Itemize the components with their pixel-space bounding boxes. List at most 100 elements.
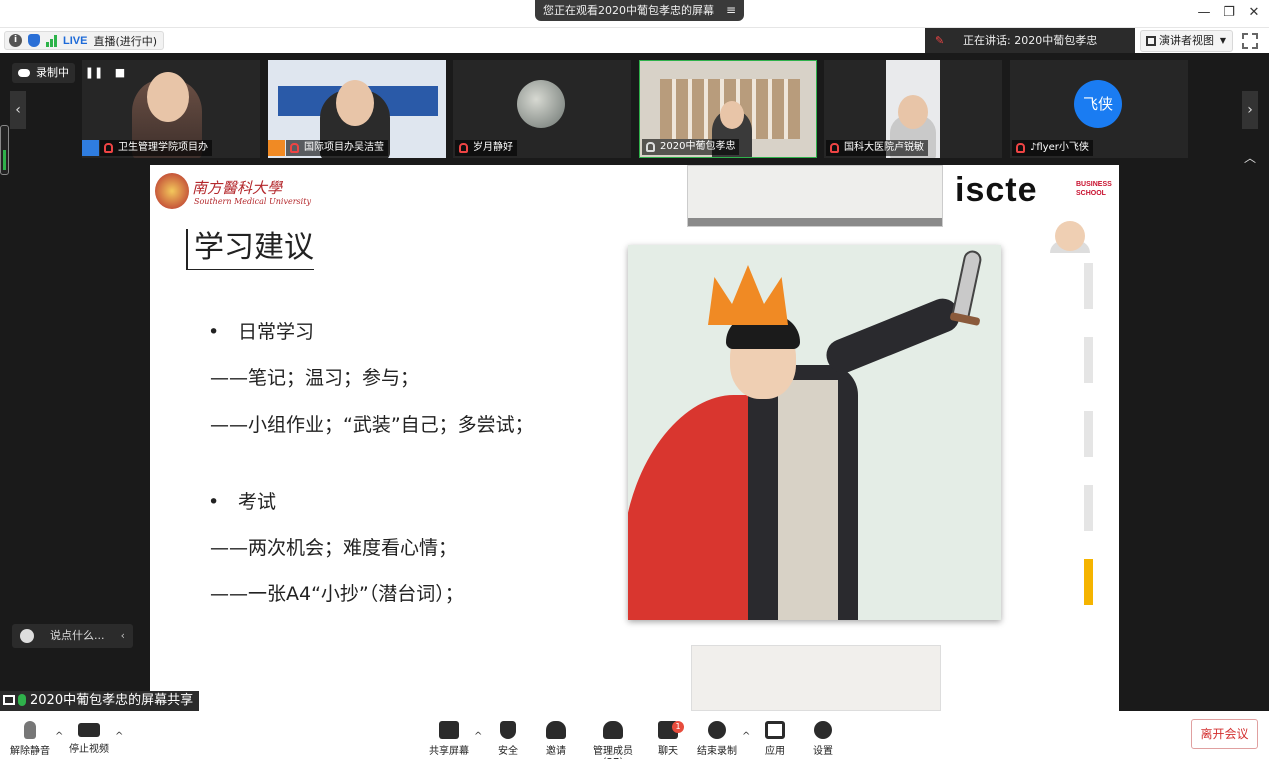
slide-progress-segment	[1084, 485, 1093, 531]
muted-mic-icon	[24, 721, 36, 739]
view-grid-icon	[1146, 36, 1156, 46]
info-icon[interactable]: i	[9, 34, 22, 47]
avatar: 飞侠	[1074, 80, 1122, 128]
participant-name: 国际项目办吴洁莹	[304, 142, 384, 153]
chevron-down-icon: ▼	[1219, 36, 1226, 45]
live-status-text[interactable]: 直播(进行中)	[93, 33, 157, 49]
end-recording-label: 结束录制	[697, 746, 737, 757]
university-name: 南方醫科大學	[192, 179, 283, 197]
audio-options-caret[interactable]: ^	[55, 731, 63, 742]
video-options-caret[interactable]: ^	[115, 731, 123, 742]
iscte-logo: iscte	[955, 171, 1038, 209]
active-speaker-text: 正在讲话: 2020中葡包孝忠	[963, 34, 1098, 47]
share-options-caret[interactable]: ^	[474, 731, 482, 742]
audio-level-meter	[0, 125, 9, 175]
stop-record-icon	[708, 721, 726, 739]
menu-icon[interactable]: ≡	[726, 0, 736, 21]
speaker-view-button[interactable]: 演讲者视图 ▼	[1140, 30, 1233, 52]
apps-label: 应用	[765, 746, 785, 757]
stop-recording-button[interactable]: ■	[110, 63, 130, 83]
business-label: BUSINESS	[1076, 181, 1112, 188]
participants-button[interactable]: 管理成员(27)	[583, 711, 643, 759]
shield-icon	[500, 721, 516, 739]
minimize-button[interactable]: —	[1194, 4, 1214, 22]
participant-tile[interactable]: 飞侠 ♪flyer小飞侠	[1010, 60, 1188, 158]
shirt	[778, 380, 838, 620]
emoji-icon[interactable]	[20, 629, 34, 643]
encryption-shield-icon[interactable]	[28, 34, 40, 47]
settings-label: 设置	[813, 746, 833, 757]
stop-video-label: 停止视频	[69, 744, 109, 755]
share-banner-text: 您正在观看2020中葡包孝忠的屏幕	[543, 4, 714, 17]
close-button[interactable]: ✕	[1244, 4, 1264, 22]
participant-name-label: 国际项目办吴洁莹	[286, 140, 388, 156]
bullet-dot: •	[208, 491, 220, 513]
slide-progress-segment	[1084, 337, 1093, 383]
participant-tile[interactable]: 国科大医院卢锐敏	[824, 60, 1002, 158]
participant-name: 卫生管理学院项目办	[118, 142, 208, 153]
chat-button[interactable]: 聊天	[652, 711, 684, 759]
collapse-strip-icon[interactable]: ︿	[1244, 149, 1256, 166]
participant-name: 岁月静好	[473, 142, 513, 153]
participants-label: 管理成员(27)	[593, 746, 633, 759]
participant-name: 2020中葡包孝忠	[660, 141, 736, 152]
signal-strength-icon[interactable]	[46, 34, 57, 47]
crown-drawing	[708, 265, 788, 325]
participant-face	[898, 95, 928, 129]
strip-next-button[interactable]: ›	[1242, 91, 1258, 129]
invite-button[interactable]: 邀请	[538, 711, 574, 759]
leave-meeting-button[interactable]: 离开会议	[1191, 719, 1258, 749]
active-speaker-indicator: ✎ 正在讲话: 2020中葡包孝忠	[925, 28, 1135, 54]
bullet-dot: •	[208, 321, 220, 343]
presenter-thumbnail	[1055, 221, 1085, 251]
fullscreen-icon[interactable]	[1242, 33, 1258, 49]
unmute-label: 解除静音	[10, 746, 50, 757]
participant-tile[interactable]: 卫生管理学院项目办	[82, 60, 260, 158]
pause-recording-button[interactable]: ❚❚	[84, 63, 104, 83]
screen-share-owner: 2020中葡包孝忠的屏幕共享	[30, 693, 194, 708]
participant-name-label: 卫生管理学院项目办	[100, 140, 212, 156]
participant-name-label: 2020中葡包孝忠	[642, 139, 740, 155]
participant-tile[interactable]: 2020中葡包孝忠	[639, 60, 817, 158]
security-button[interactable]: 安全	[490, 711, 526, 759]
status-bar: i LIVE 直播(进行中) ✎ 正在讲话: 2020中葡包孝忠 演讲者视图 ▼	[0, 27, 1269, 54]
bullet-line: ——一张A4“小抄”（潜台词）；	[210, 583, 464, 605]
participant-face	[147, 72, 189, 122]
participant-face	[336, 80, 374, 126]
muted-mic-icon: ✎	[935, 34, 945, 47]
collapse-chat-icon[interactable]: ‹	[121, 624, 125, 648]
stop-video-button[interactable]: 停止视频	[66, 711, 112, 759]
participant-tile[interactable]: 岁月静好	[453, 60, 631, 158]
meeting-status-group: i LIVE 直播(进行中)	[4, 31, 165, 50]
settings-button[interactable]: 设置	[808, 711, 838, 759]
bullet-heading: • 日常学习	[208, 317, 314, 344]
unmute-button[interactable]: 解除静音	[8, 711, 52, 759]
chat-quick-input[interactable]: 说点什么... ‹	[12, 624, 133, 648]
participant-name: 国科大医院卢锐敏	[844, 142, 924, 153]
participant-name-label: 国科大医院卢锐敏	[826, 140, 928, 156]
slide-progress-current	[1084, 559, 1093, 605]
meeting-toolbar: 解除静音 ^ 停止视频 ^ 共享屏幕 ^ 安全 邀请 管理成员(27) 聊天 1…	[0, 711, 1269, 759]
share-screen-button[interactable]: 共享屏幕	[428, 711, 470, 759]
recording-options-caret[interactable]: ^	[742, 731, 750, 742]
participants-icon	[603, 721, 623, 739]
chat-placeholder: 说点什么...	[50, 629, 105, 642]
chat-label: 聊天	[658, 746, 678, 757]
muted-mic-icon	[290, 143, 299, 153]
slide-progress-segment	[1084, 263, 1093, 309]
business-school-label: BUSINESS SCHOOL	[1076, 180, 1112, 198]
strip-prev-button[interactable]: ‹	[10, 91, 26, 129]
slide-progress-segment	[1084, 411, 1093, 457]
host-icon	[82, 140, 99, 156]
recording-badge: 录制中	[12, 63, 75, 83]
invite-label: 邀请	[546, 746, 566, 757]
participant-face	[720, 101, 744, 129]
participant-tile[interactable]: 国际项目办吴洁莹	[268, 60, 446, 158]
apps-button[interactable]: 应用	[760, 711, 790, 759]
end-recording-button[interactable]: 结束录制	[696, 711, 738, 759]
muted-mic-icon	[104, 143, 113, 153]
share-banner[interactable]: 您正在观看2020中葡包孝忠的屏幕 ≡	[535, 0, 744, 21]
add-user-icon	[546, 721, 566, 739]
restore-button[interactable]: ❐	[1219, 4, 1239, 22]
mic-icon	[646, 142, 655, 152]
